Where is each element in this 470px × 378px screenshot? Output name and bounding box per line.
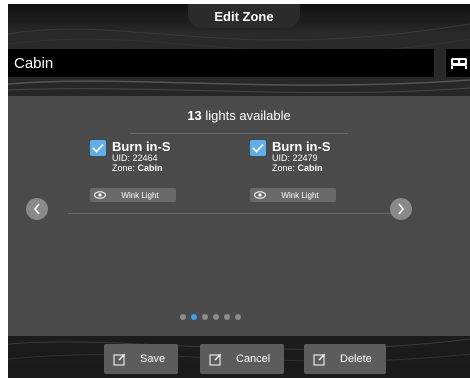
save-button[interactable]: Save	[104, 344, 178, 374]
light-uid: UID: 22464	[112, 153, 158, 163]
light-name: Burn in-S	[112, 139, 171, 154]
save-label: Save	[140, 353, 166, 365]
zone-name-input[interactable]	[8, 49, 434, 77]
page-dot[interactable]	[180, 314, 186, 320]
eye-icon	[90, 191, 110, 199]
page-dot[interactable]	[191, 314, 197, 320]
cancel-button[interactable]: Cancel	[200, 344, 284, 374]
lights-available-text: 13 lights available	[8, 108, 470, 123]
lights-count: 13	[187, 108, 202, 123]
light-uid: UID: 22479	[272, 153, 318, 163]
lights-available-label: lights available	[205, 108, 291, 123]
check-icon	[252, 143, 264, 153]
delete-button[interactable]: Delete	[304, 344, 386, 374]
divider	[68, 213, 410, 214]
wink-light-button[interactable]: Wink Light	[250, 188, 336, 202]
edit-icon	[204, 352, 228, 366]
light-zone: Zone: Cabin	[272, 163, 323, 173]
light-zone-value: Cabin	[297, 163, 323, 173]
light-card: Burn in-S UID: 22464 Zone: Cabin Wink Li…	[90, 139, 220, 210]
chevron-left-icon	[33, 203, 40, 215]
page-dot[interactable]	[213, 314, 219, 320]
page-dot[interactable]	[202, 314, 208, 320]
light-zone-label: Zone:	[112, 163, 138, 173]
edit-zone-window: Edit Zone 13 lights available Burn in-S …	[8, 4, 470, 378]
previous-page-button[interactable]	[26, 198, 48, 220]
divider	[130, 133, 348, 134]
delete-label: Delete	[340, 353, 372, 365]
cancel-label: Cancel	[236, 353, 271, 365]
page-indicator	[180, 314, 241, 322]
page-dot[interactable]	[224, 314, 230, 320]
light-zone-label: Zone:	[272, 163, 298, 173]
wink-light-button[interactable]: Wink Light	[90, 188, 176, 202]
bed-icon[interactable]	[446, 49, 470, 77]
edit-icon	[308, 352, 332, 366]
edit-icon	[108, 352, 132, 366]
eye-icon	[250, 191, 270, 199]
check-icon	[92, 143, 104, 153]
wink-light-label: Wink Light	[281, 190, 319, 200]
page-title: Edit Zone	[188, 4, 300, 28]
chevron-right-icon	[398, 203, 405, 215]
light-zone-value: Cabin	[137, 163, 163, 173]
light-name: Burn in-S	[272, 139, 331, 154]
lights-panel: 13 lights available Burn in-S UID: 22464…	[8, 96, 470, 336]
page-dot[interactable]	[235, 314, 241, 320]
light-zone: Zone: Cabin	[112, 163, 163, 173]
wink-light-label: Wink Light	[121, 190, 159, 200]
next-page-button[interactable]	[390, 198, 412, 220]
light-checkbox[interactable]	[90, 140, 106, 156]
light-checkbox[interactable]	[250, 140, 266, 156]
light-card: Burn in-S UID: 22479 Zone: Cabin Wink Li…	[250, 139, 380, 210]
